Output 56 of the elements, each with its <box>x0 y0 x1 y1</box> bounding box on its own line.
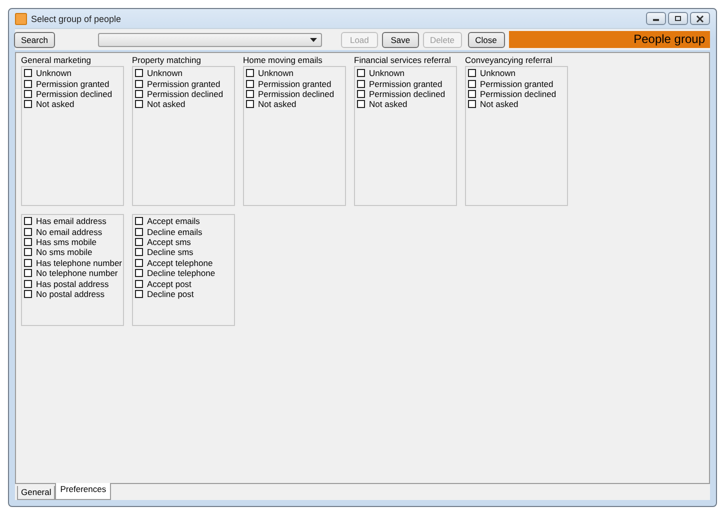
action-button[interactable]: Save <box>382 32 419 48</box>
checkbox-option[interactable]: Has email address <box>24 216 121 226</box>
checkbox-option[interactable]: Unknown <box>135 68 232 78</box>
checkbox-option[interactable]: Not asked <box>246 99 343 110</box>
caret-icon <box>310 38 317 42</box>
checkbox-option[interactable]: Permission declined <box>135 88 232 100</box>
checkbox-option[interactable]: Permission granted <box>246 78 343 89</box>
checkbox-option[interactable]: Permission declined <box>357 88 454 100</box>
checkbox-option[interactable]: Accept telephone <box>135 258 232 268</box>
group-dropdown[interactable] <box>98 32 322 46</box>
checkbox-option[interactable]: Not asked <box>135 99 232 110</box>
checkbox-option[interactable]: Unknown <box>246 68 343 78</box>
window-title: Select group of people <box>31 14 122 24</box>
checkbox-option[interactable]: No postal address <box>24 288 121 300</box>
checkbox-option[interactable]: Has telephone number <box>24 258 121 268</box>
checkbox-option[interactable]: Not asked <box>357 99 454 110</box>
minimize-button[interactable] <box>646 12 666 25</box>
checkbox-option[interactable]: Permission declined <box>246 88 343 100</box>
checkbox-option[interactable]: Accept post <box>135 278 232 289</box>
checkbox-option[interactable]: Decline sms <box>135 247 232 258</box>
checkbox-option[interactable]: Permission granted <box>135 78 232 89</box>
tab[interactable]: General <box>17 486 56 500</box>
group-title: General marketing <box>21 55 92 66</box>
group-title: Home moving emails <box>243 55 324 66</box>
maximize-button[interactable] <box>668 12 688 25</box>
checkbox-option[interactable]: Permission granted <box>24 78 121 89</box>
search-button[interactable]: Search <box>14 32 55 48</box>
people-group-banner: People group <box>508 31 710 48</box>
checkbox-option[interactable]: Has sms mobile <box>24 236 121 248</box>
group-title: Property matching <box>132 55 202 66</box>
checkbox-option[interactable]: Has postal address <box>24 278 121 289</box>
group-title: Financial services referral <box>354 55 452 66</box>
maximize-icon <box>674 15 682 22</box>
checkbox-option[interactable]: Not asked <box>468 99 565 110</box>
checkbox-option[interactable]: Accept emails <box>135 216 232 226</box>
action-button[interactable]: Close <box>468 32 505 48</box>
close-button[interactable] <box>690 12 710 25</box>
checkbox-option[interactable]: Decline emails <box>135 226 232 237</box>
checkbox-option[interactable]: Decline telephone <box>135 268 232 278</box>
checkbox-option[interactable]: Unknown <box>357 68 454 78</box>
checkbox-option[interactable]: Unknown <box>24 68 121 78</box>
group-title: Conveyancying referral <box>465 55 554 66</box>
checkbox-option[interactable]: Permission declined <box>468 88 565 100</box>
tab[interactable]: Preferences <box>55 483 112 500</box>
checkbox-option[interactable]: Permission granted <box>468 78 565 89</box>
checkbox-option[interactable]: No telephone number <box>24 268 121 278</box>
checkbox-option[interactable]: Permission granted <box>357 78 454 89</box>
checkbox-option[interactable]: Accept sms <box>135 236 232 248</box>
checkbox-option[interactable]: Not asked <box>24 99 121 110</box>
checkbox-option[interactable]: No email address <box>24 226 121 237</box>
close-icon <box>696 14 704 22</box>
checkbox-option[interactable]: No sms mobile <box>24 247 121 258</box>
checkbox-option[interactable]: Unknown <box>468 68 565 78</box>
checkbox-option[interactable]: Permission declined <box>24 88 121 100</box>
app-icon <box>15 12 27 24</box>
checkbox-option[interactable]: Decline post <box>135 288 232 300</box>
